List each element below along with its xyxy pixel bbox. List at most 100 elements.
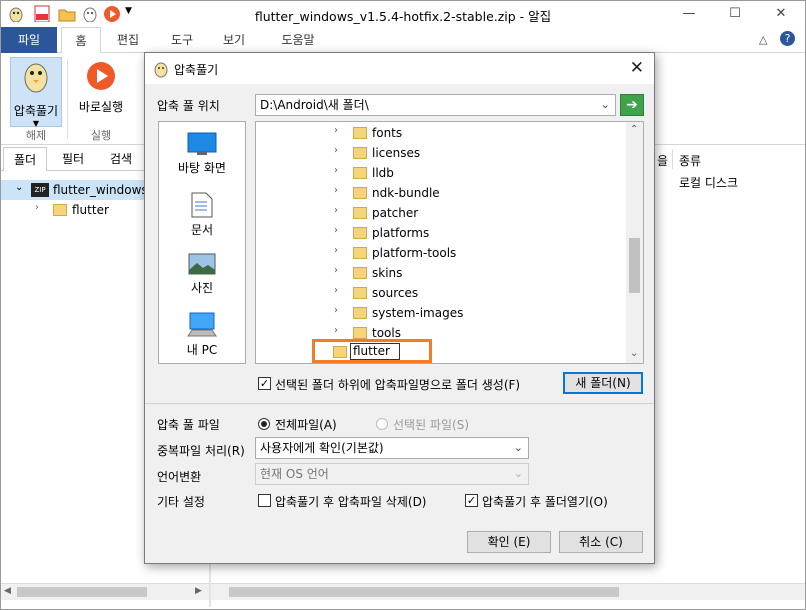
folder-name: tools (372, 326, 401, 340)
location-combo[interactable]: D:\Android\새 폴더\ ⌄ (255, 94, 616, 116)
folder-list-item[interactable]: › ndk-bundle (256, 183, 626, 203)
folder-icon (353, 147, 367, 159)
dialog-penguin-icon (154, 62, 168, 78)
dup-combo[interactable]: 사용자에게 확인(기본값) ⌄ (255, 437, 529, 459)
run-label: 바로실행 (78, 100, 124, 114)
folder-list-item[interactable]: › platform-tools (256, 243, 626, 263)
expand-chevron-icon[interactable]: › (334, 225, 338, 236)
folder-list-item[interactable]: › platforms (256, 223, 626, 243)
place-this-pc[interactable]: 내 PC (159, 312, 245, 358)
new-folder-button[interactable]: 새 폴더(N) (563, 372, 643, 394)
create-subfolder-checkbox[interactable]: ✓ (258, 377, 271, 390)
dialog-separator (145, 403, 654, 404)
radio-all-files-label: 전체파일(A) (275, 418, 337, 432)
expand-chevron-icon[interactable]: › (35, 202, 39, 213)
lang-combo[interactable]: 현재 OS 언어 ⌄ (255, 463, 529, 485)
tree-item-root[interactable]: ⌄ ZIP flutter_windows_v (1, 180, 161, 200)
open-after-checkbox[interactable]: ✓ (465, 494, 478, 507)
lang-label: 언어변환 (157, 470, 202, 484)
tab-view[interactable]: 보기 (213, 27, 255, 53)
minimize-icon[interactable]: — (666, 1, 712, 27)
expand-chevron-icon[interactable]: › (334, 165, 338, 176)
help-icon[interactable]: ? (780, 31, 795, 46)
dialog-title: 압축풀기 (174, 63, 219, 77)
expand-chevron-icon[interactable]: › (334, 265, 338, 276)
expand-chevron-icon[interactable]: › (334, 125, 338, 136)
folder-icon (353, 307, 367, 319)
lang-dropdown-icon[interactable]: ⌄ (514, 464, 523, 484)
place-pictures[interactable]: 사진 (159, 252, 245, 296)
expand-chevron-icon[interactable]: › (334, 285, 338, 296)
folder-list-item[interactable]: › sources (256, 283, 626, 303)
tree-item-flutter[interactable]: › flutter (1, 200, 145, 220)
scroll-right-icon[interactable]: ▶ (195, 586, 202, 596)
scroll-up-icon[interactable]: ⌃ (630, 124, 638, 135)
folder-name: sources (372, 286, 419, 300)
maximize-icon[interactable]: ☐ (712, 1, 758, 27)
left-hscroll-thumb[interactable] (17, 587, 147, 597)
close-window-icon[interactable]: ✕ (758, 1, 804, 27)
place-desktop[interactable]: 바탕 화면 (159, 132, 245, 176)
folder-list-item[interactable]: › licenses (256, 143, 626, 163)
tab-search[interactable]: 검색 (99, 147, 143, 171)
expand-chevron-icon[interactable]: › (334, 145, 338, 156)
run-button[interactable]: 바로실행 (73, 57, 129, 125)
scroll-left-icon[interactable]: ◀ (4, 586, 11, 596)
folder-icon (353, 207, 367, 219)
create-subfolder-label: 선택된 폴더 하위에 압축파일명으로 폴더 생성(F) (275, 378, 521, 392)
folder-list-item[interactable]: › fonts (256, 123, 626, 143)
document-icon (191, 192, 213, 218)
location-dropdown-icon[interactable]: ⌄ (601, 95, 610, 115)
right-hscrollbar[interactable] (211, 583, 805, 600)
ok-button[interactable]: 확인 (E) (467, 531, 551, 553)
column-divider[interactable] (672, 149, 673, 169)
expand-chevron-icon[interactable]: › (334, 205, 338, 216)
cancel-button[interactable]: 취소 (C) (559, 531, 643, 553)
delete-after-checkbox[interactable] (258, 494, 271, 507)
place-documents[interactable]: 문서 (159, 192, 245, 238)
tab-file[interactable]: 파일 (1, 27, 57, 53)
tab-help[interactable]: 도움말 (271, 27, 325, 53)
group-label-run: 실행 (90, 129, 112, 142)
folder-list-vscrollbar[interactable]: ⌃ ⌄ (626, 122, 643, 363)
folder-list-scroll-thumb[interactable] (629, 238, 640, 293)
expand-chevron-icon[interactable]: › (334, 325, 338, 336)
tab-filter[interactable]: 필터 (51, 147, 95, 171)
tab-edit[interactable]: 편집 (107, 27, 149, 53)
dup-dropdown-icon[interactable]: ⌄ (514, 438, 523, 458)
folder-icon (353, 187, 367, 199)
folder-list-item[interactable]: › skins (256, 263, 626, 283)
place-pictures-label: 사진 (190, 281, 214, 295)
folder-name: ndk-bundle (372, 186, 440, 200)
ribbon-divider (67, 59, 68, 139)
place-desktop-label: 바탕 화면 (178, 161, 226, 175)
extract-penguin-icon (24, 63, 48, 93)
folder-list-item[interactable]: › system-images (256, 303, 626, 323)
column-header-type[interactable]: 종류 (679, 152, 701, 169)
scroll-down-icon[interactable]: ⌄ (630, 348, 638, 359)
location-value: D:\Android\새 폴더\ (260, 98, 369, 112)
column-header-partial[interactable]: 을 (657, 152, 668, 169)
left-hscrollbar[interactable]: ◀ ▶ (1, 583, 209, 600)
extract-button[interactable]: 압축풀기 ▼ (10, 57, 62, 128)
radio-all-files[interactable] (258, 418, 270, 430)
collapse-ribbon-icon[interactable]: △ (759, 33, 767, 46)
tab-home[interactable]: 홈 (61, 27, 101, 54)
files-label: 압축 풀 파일 (157, 418, 220, 432)
expand-chevron-icon[interactable]: › (334, 245, 338, 256)
folder-name: platform-tools (372, 246, 457, 260)
tab-folder[interactable]: 폴더 (3, 147, 47, 171)
folder-list-item[interactable]: › lldb (256, 163, 626, 183)
new-folder-name-input[interactable]: flutter (350, 343, 400, 360)
expand-chevron-icon[interactable]: › (334, 185, 338, 196)
radio-selected-files[interactable] (376, 418, 388, 430)
new-folder-icon (333, 346, 347, 358)
folder-list-item[interactable]: › patcher (256, 203, 626, 223)
tab-tools[interactable]: 도구 (161, 27, 203, 53)
play-icon (87, 62, 115, 90)
collapse-chevron-icon[interactable]: ⌄ (15, 182, 23, 193)
dialog-close-icon[interactable]: ✕ (630, 58, 644, 78)
go-arrow-button[interactable]: ➔ (620, 94, 644, 116)
expand-chevron-icon[interactable]: › (334, 305, 338, 316)
right-hscroll-thumb[interactable] (229, 587, 619, 597)
